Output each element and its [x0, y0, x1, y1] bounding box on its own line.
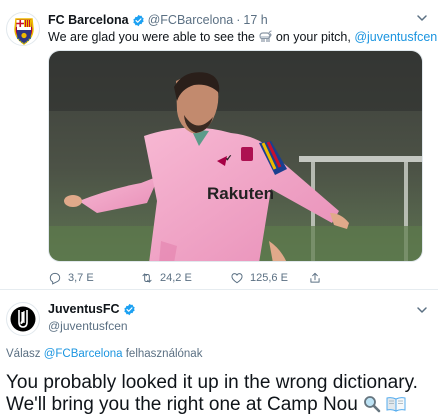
author-handle[interactable]: @juventusfcen	[48, 319, 128, 333]
goat-emoji-icon	[259, 30, 273, 42]
juventus-logo-icon	[10, 306, 36, 332]
fcb-avatar[interactable]	[6, 12, 40, 46]
fcb-crest-icon	[14, 18, 34, 45]
reply-icon	[49, 272, 61, 285]
reply-suffix: felhasználónak	[125, 348, 203, 360]
mention-link[interactable]: @juventusfcen	[354, 30, 437, 44]
author-name-row: JuventusFC	[48, 302, 139, 316]
svg-text:✓: ✓	[225, 153, 233, 163]
tweet-juventus[interactable]: JuventusFC @juventusfcen Válasz @FCBarce…	[0, 290, 438, 420]
retweet-count: 24,2 E	[160, 272, 192, 284]
reply-mention-link[interactable]: @FCBarcelona	[44, 348, 123, 360]
reply-count: 3,7 E	[68, 272, 94, 284]
chevron-down-icon[interactable]	[414, 10, 430, 26]
like-icon	[231, 273, 243, 284]
replying-to: Válasz @FCBarcelona felhasználónak	[6, 348, 202, 360]
text-part: We are glad you were able to see the	[48, 30, 255, 44]
tweet1-text: We are glad you were able to see the on …	[48, 29, 438, 45]
share-button[interactable]	[308, 271, 322, 285]
verified-icon	[123, 303, 135, 315]
author-handle[interactable]: @FCBarcelona	[148, 13, 234, 27]
magnifier-emoji-icon	[364, 396, 381, 413]
separator-dot: ·	[236, 13, 241, 27]
author-name[interactable]: JuventusFC	[48, 302, 120, 316]
retweet-icon	[142, 273, 152, 283]
share-icon	[310, 272, 320, 283]
retweet-button[interactable]: 24,2 E	[140, 271, 192, 285]
tweet-body: You probably looked it up in the wrong d…	[6, 372, 418, 415]
chevron-down-icon[interactable]	[414, 302, 430, 318]
book-emoji-icon	[386, 397, 406, 412]
tweet-fcbarcelona[interactable]: FC Barcelona @FCBarcelona · 17 h We are …	[0, 0, 438, 290]
reply-button[interactable]: 3,7 E	[48, 271, 94, 285]
author-name[interactable]: FC Barcelona	[48, 13, 129, 27]
text-part: on your pitch,	[275, 30, 351, 44]
messi-photo: ✓ Rakuten	[49, 51, 422, 261]
tweet2-text: You probably looked it up in the wrong d…	[6, 372, 434, 416]
like-count: 125,6 E	[250, 272, 288, 284]
like-button[interactable]: 125,6 E	[230, 271, 288, 285]
sponsor-text: Rakuten	[207, 184, 274, 203]
tweet-media-image[interactable]: ✓ Rakuten	[48, 50, 423, 262]
tweet1-actions: 3,7 E 24,2 E 125,6 E	[48, 270, 388, 286]
tweet1-header: FC Barcelona @FCBarcelona · 17 h	[48, 12, 268, 28]
verified-icon	[132, 14, 144, 26]
juventus-avatar[interactable]	[6, 302, 40, 336]
reply-prefix: Válasz	[6, 348, 41, 360]
tweet-timestamp[interactable]: 17 h	[243, 13, 267, 27]
